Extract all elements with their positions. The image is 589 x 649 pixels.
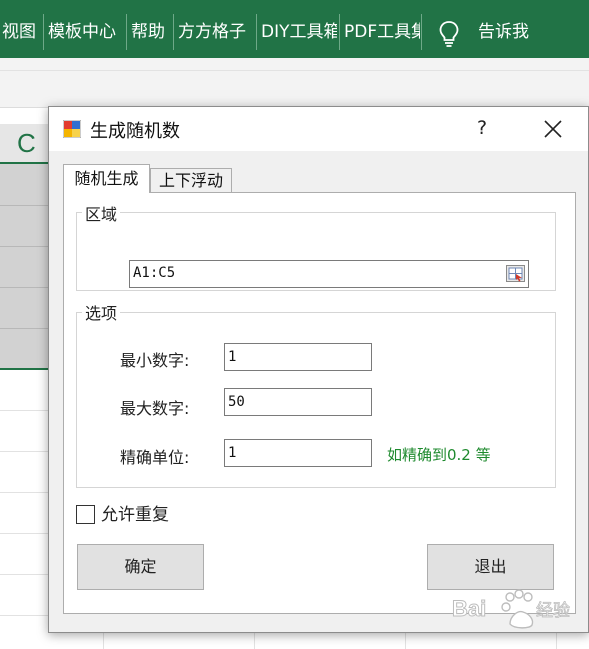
max-number-label: 最大数字: bbox=[120, 399, 190, 418]
allow-repeat-checkbox[interactable] bbox=[76, 505, 95, 524]
ribbon-tab-pdf-tools[interactable]: PDF工具集 bbox=[344, 0, 420, 58]
app-icon bbox=[63, 120, 81, 138]
ribbon-tab-view[interactable]: 视图 bbox=[2, 0, 40, 58]
ribbon-bar: 视图 模板中心 帮助 方方格子 DIY工具箱 PDF工具集 告诉我 bbox=[0, 0, 589, 58]
ribbon-separator bbox=[256, 14, 257, 50]
exit-button[interactable]: 退出 bbox=[427, 544, 554, 590]
tell-me-search[interactable]: 告诉我 bbox=[478, 0, 538, 58]
ribbon-tab-fangfang[interactable]: 方方格子 bbox=[178, 0, 254, 58]
range-group: A1:C5 bbox=[76, 212, 556, 291]
min-number-input[interactable]: 1 bbox=[224, 343, 372, 371]
ribbon-tab-help[interactable]: 帮助 bbox=[131, 0, 169, 58]
options-group: 最小数字: 1 最大数字: 50 精确单位: 1 如精确到0.2 等 bbox=[76, 312, 556, 488]
ok-button[interactable]: 确定 bbox=[77, 544, 204, 590]
column-letter: C bbox=[17, 128, 36, 158]
formula-bar-area bbox=[0, 58, 589, 108]
options-group-label: 选项 bbox=[82, 300, 121, 324]
formula-bar-divider bbox=[0, 70, 589, 71]
precision-hint: 如精确到0.2 等 bbox=[387, 446, 491, 464]
tab-panel: A1:C5 区域 最小数字: 1 最大数字: 50 精确单位: 1 如精确到0.… bbox=[63, 192, 576, 614]
tab-random-generate[interactable]: 随机生成 bbox=[63, 164, 150, 193]
ribbon-separator bbox=[339, 14, 340, 50]
svg-text:Bai: Bai bbox=[452, 596, 486, 621]
dialog-title: 生成随机数 bbox=[90, 121, 180, 142]
close-icon[interactable] bbox=[543, 119, 563, 139]
random-number-dialog: 生成随机数 ? 随机生成 上下浮动 A1:C5 区域 最小数字: 1 最大数字:… bbox=[48, 106, 589, 633]
ribbon-separator bbox=[43, 14, 44, 50]
ribbon-tab-template-center[interactable]: 模板中心 bbox=[48, 0, 123, 58]
dialog-titlebar[interactable]: 生成随机数 ? bbox=[49, 107, 588, 151]
max-number-input[interactable]: 50 bbox=[224, 388, 372, 416]
lightbulb-icon[interactable] bbox=[438, 20, 460, 48]
ribbon-separator bbox=[421, 14, 422, 50]
range-value: A1:C5 bbox=[133, 265, 176, 281]
ribbon-separator bbox=[126, 14, 127, 50]
ribbon-separator bbox=[173, 14, 174, 50]
range-input[interactable]: A1:C5 bbox=[129, 260, 529, 288]
svg-text:经验: 经验 bbox=[536, 601, 570, 621]
baidu-watermark: Bai 经验 bbox=[452, 589, 570, 629]
min-number-label: 最小数字: bbox=[120, 351, 190, 370]
range-select-icon[interactable] bbox=[506, 265, 525, 282]
allow-repeat-label[interactable]: 允许重复 bbox=[101, 500, 169, 525]
precision-label: 精确单位: bbox=[120, 448, 190, 467]
tab-float-up-down[interactable]: 上下浮动 bbox=[150, 168, 232, 193]
ribbon-tab-diy-tools[interactable]: DIY工具箱 bbox=[261, 0, 337, 58]
precision-input[interactable]: 1 bbox=[224, 439, 372, 467]
range-group-label: 区域 bbox=[82, 201, 121, 225]
help-button[interactable]: ? bbox=[477, 117, 487, 139]
